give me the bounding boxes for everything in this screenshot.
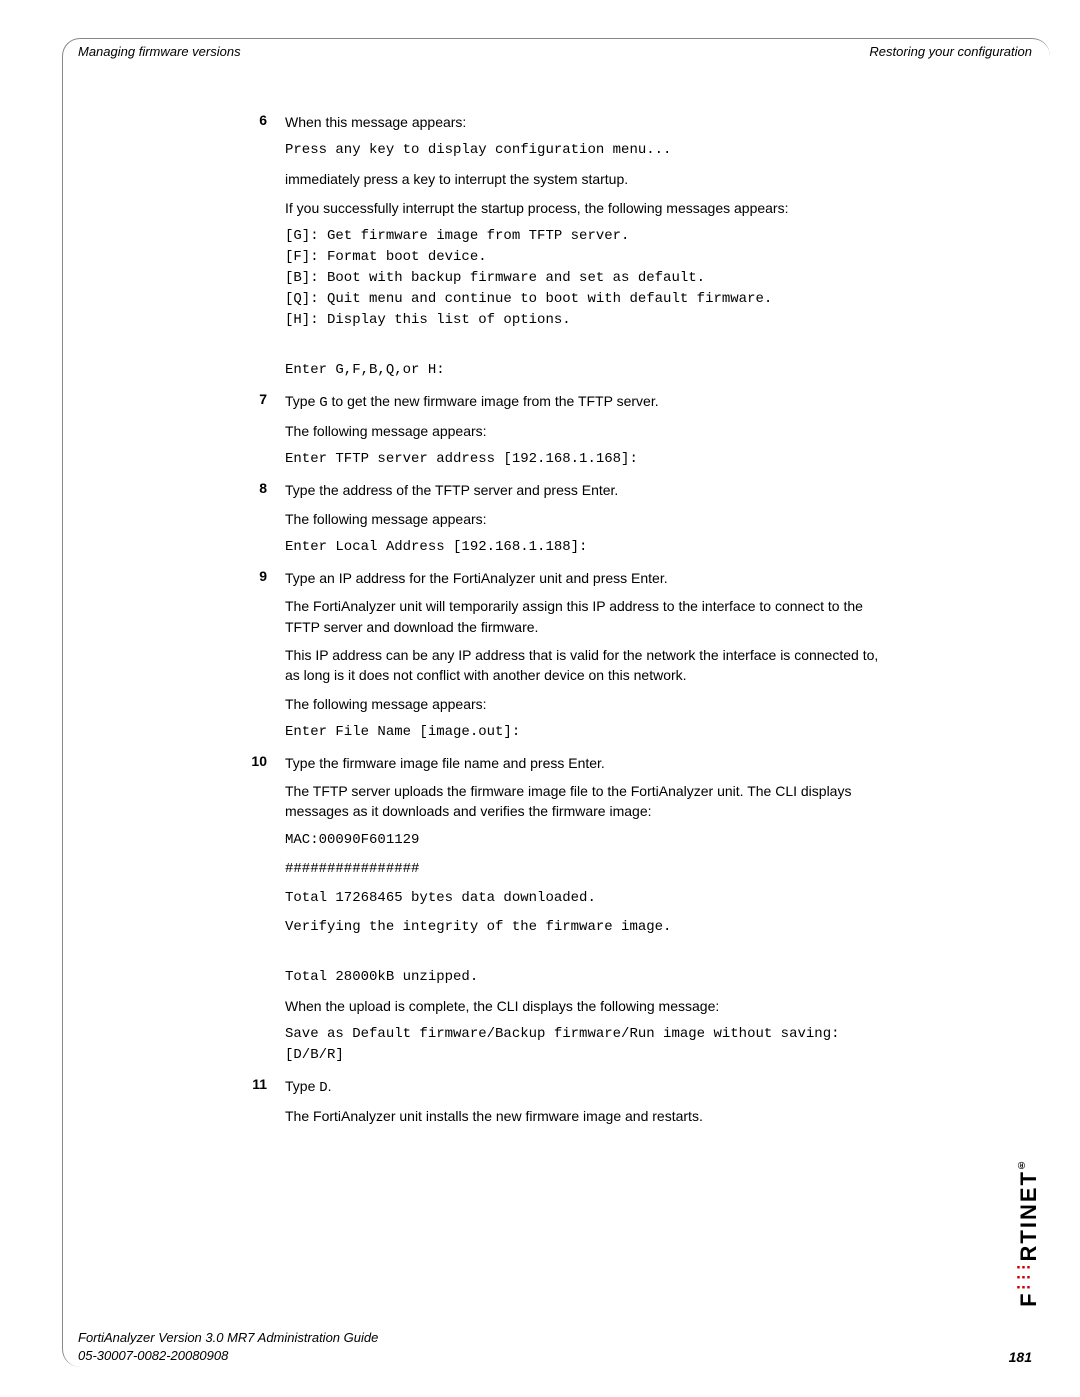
paragraph: The TFTP server uploads the firmware ima…	[285, 781, 885, 822]
paragraph: The following message appears:	[285, 421, 885, 441]
paragraph: Type the firmware image file name and pr…	[285, 753, 885, 773]
paragraph: immediately press a key to interrupt the…	[285, 169, 885, 189]
code-block: Total 17268465 bytes data downloaded.	[285, 888, 885, 909]
paragraph: If you successfully interrupt the startu…	[285, 198, 885, 218]
step-number: 9	[245, 568, 285, 751]
step-number: 11	[245, 1076, 285, 1135]
code-block: Press any key to display configuration m…	[285, 140, 885, 161]
code-block: Total 28000kB unzipped.	[285, 946, 885, 988]
footer-guide-title: FortiAnalyzer Version 3.0 MR7 Administra…	[78, 1329, 1032, 1347]
page-number: 181	[1009, 1349, 1032, 1365]
code-block: Save as Default firmware/Backup firmware…	[285, 1024, 885, 1066]
code-block: [G]: Get firmware image from TFTP server…	[285, 226, 885, 331]
step-body: Type an IP address for the FortiAnalyzer…	[285, 568, 885, 751]
paragraph: Type the address of the TFTP server and …	[285, 480, 885, 500]
step-number: 6	[245, 112, 285, 389]
step: 8Type the address of the TFTP server and…	[245, 480, 885, 566]
step: 6When this message appears: Press any key…	[245, 112, 885, 389]
paragraph: This IP address can be any IP address th…	[285, 645, 885, 686]
content-area: 6When this message appears: Press any key…	[245, 112, 885, 1137]
paragraph: The following message appears:	[285, 509, 885, 529]
code-block: Enter File Name [image.out]:	[285, 722, 885, 743]
code-block: Verifying the integrity of the firmware …	[285, 917, 885, 938]
paragraph: When the upload is complete, the CLI dis…	[285, 996, 885, 1016]
code-block: ################	[285, 859, 885, 880]
step-body: Type G to get the new firmware image fro…	[285, 391, 885, 479]
footer-doc-id: 05-30007-0082-20080908	[78, 1347, 1032, 1365]
paragraph: The following message appears:	[285, 694, 885, 714]
step-number: 8	[245, 480, 285, 566]
step-body: Type the firmware image file name and pr…	[285, 753, 885, 1074]
code-block: Enter Local Address [192.168.1.188]:	[285, 537, 885, 558]
paragraph: The FortiAnalyzer unit will temporarily …	[285, 596, 885, 637]
paragraph: When this message appears:	[285, 112, 885, 132]
header-right: Restoring your configuration	[869, 44, 1032, 59]
footer: FortiAnalyzer Version 3.0 MR7 Administra…	[78, 1329, 1032, 1365]
step-number: 7	[245, 391, 285, 479]
paragraph: Type G to get the new firmware image fro…	[285, 391, 885, 413]
step-body: Type D. The FortiAnalyzer unit installs t…	[285, 1076, 885, 1135]
step: 11Type D. The FortiAnalyzer unit installs…	[245, 1076, 885, 1135]
code-block: Enter TFTP server address [192.168.1.168…	[285, 449, 885, 470]
step: 7Type G to get the new firmware image fr…	[245, 391, 885, 479]
header-left: Managing firmware versions	[78, 44, 241, 59]
inline-code: G	[319, 395, 327, 411]
fortinet-logo: F▪▪▪▪▪▪▪▪▪RTINET®	[1016, 1157, 1042, 1307]
code-block: MAC:00090F601129	[285, 830, 885, 851]
paragraph: Type D.	[285, 1076, 885, 1098]
step-number: 10	[245, 753, 285, 1074]
step: 10Type the firmware image file name and …	[245, 753, 885, 1074]
inline-code: D	[319, 1080, 327, 1096]
step: 9Type an IP address for the FortiAnalyze…	[245, 568, 885, 751]
paragraph: Type an IP address for the FortiAnalyzer…	[285, 568, 885, 588]
code-block: Enter G,F,B,Q,or H:	[285, 339, 885, 381]
step-body: Type the address of the TFTP server and …	[285, 480, 885, 566]
step-body: When this message appears: Press any key …	[285, 112, 885, 389]
paragraph: The FortiAnalyzer unit installs the new …	[285, 1106, 885, 1126]
